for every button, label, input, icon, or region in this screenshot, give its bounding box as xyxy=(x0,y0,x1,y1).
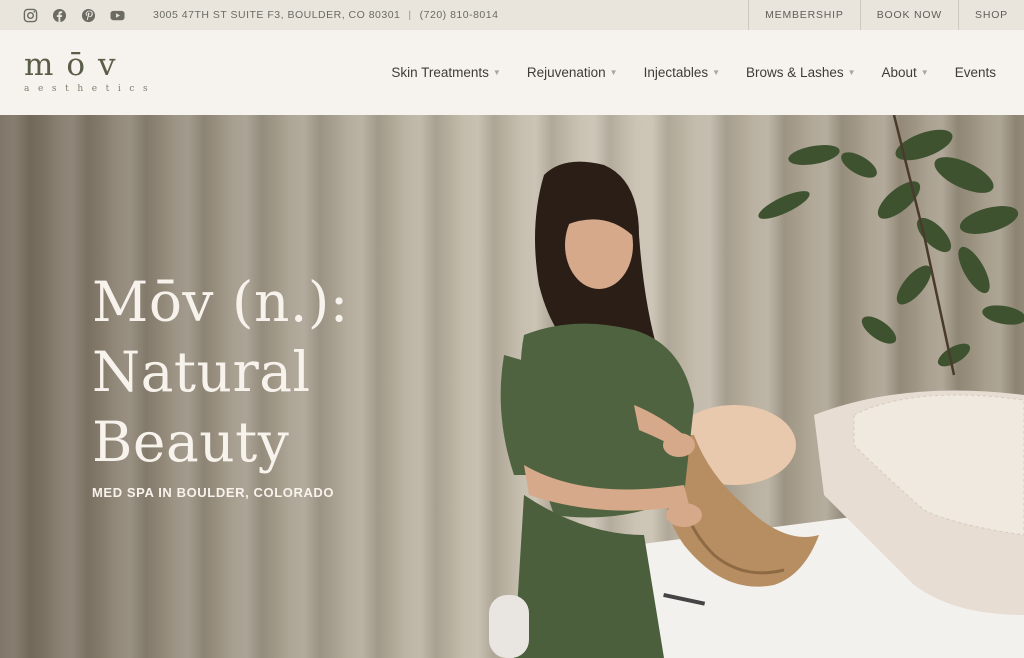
chevron-down-icon: ▼ xyxy=(847,68,856,77)
utility-links: MEMBERSHIP BOOK NOW SHOP xyxy=(748,0,1024,30)
hero-title-line: Beauty xyxy=(92,410,290,474)
nav-events[interactable]: Events xyxy=(955,65,996,80)
nav-label: Injectables xyxy=(643,65,709,80)
chevron-down-icon: ▼ xyxy=(712,68,721,77)
plant-leaves xyxy=(758,129,1024,367)
site-header: mōv aesthetics Skin Treatments ▼ Rejuven… xyxy=(0,30,1024,115)
address-text: 3005 47TH ST SUITE F3, BOULDER, CO 80301 xyxy=(153,9,401,21)
chevron-down-icon: ▼ xyxy=(609,68,618,77)
top-utility-bar: 3005 47TH ST SUITE F3, BOULDER, CO 80301… xyxy=(0,0,1024,30)
hero-text-block: Mōv (n.): Natural Beauty MED SPA IN BOUL… xyxy=(92,267,349,500)
nav-label: Rejuvenation xyxy=(526,65,606,80)
nav-label: Events xyxy=(954,65,996,80)
chevron-down-icon: ▼ xyxy=(920,68,929,77)
nav-brows-lashes[interactable]: Brows & Lashes ▼ xyxy=(746,65,855,80)
hero-section: Mōv (n.): Natural Beauty MED SPA IN BOUL… xyxy=(0,115,1024,658)
main-nav: Skin Treatments ▼ Rejuvenation ▼ Injecta… xyxy=(391,30,996,115)
shop-link[interactable]: SHOP xyxy=(958,0,1024,30)
phone-link[interactable]: (720) 810-8014 xyxy=(420,9,499,21)
hero-subtitle: MED SPA IN BOULDER, COLORADO xyxy=(92,485,335,500)
contact-separator: | xyxy=(408,9,412,21)
pinterest-icon[interactable] xyxy=(80,7,96,23)
chevron-down-icon: ▼ xyxy=(492,68,501,77)
hero-title-line: Natural xyxy=(92,340,311,404)
facebook-icon[interactable] xyxy=(51,7,67,23)
book-now-link[interactable]: BOOK NOW xyxy=(859,0,958,30)
nav-label: Skin Treatments xyxy=(391,65,489,80)
nav-skin-treatments[interactable]: Skin Treatments ▼ xyxy=(391,65,500,80)
site-logo[interactable]: mōv aesthetics xyxy=(24,48,164,94)
hero-title: Mōv (n.): Natural Beauty xyxy=(92,267,349,477)
youtube-icon[interactable] xyxy=(109,7,125,23)
logo-wordmark: mōv xyxy=(24,47,129,83)
nav-injectables[interactable]: Injectables ▼ xyxy=(644,65,720,80)
hero-title-line: Mōv (n.): xyxy=(92,270,349,334)
instagram-icon[interactable] xyxy=(22,7,38,23)
hero-photo-illustration xyxy=(489,115,1024,658)
logo-subtitle: aesthetics xyxy=(24,84,157,94)
contact-info: 3005 47TH ST SUITE F3, BOULDER, CO 80301… xyxy=(153,9,498,21)
nav-label: Brows & Lashes xyxy=(746,65,844,80)
nav-label: About xyxy=(881,65,917,80)
social-links xyxy=(0,7,125,23)
membership-link[interactable]: MEMBERSHIP xyxy=(748,0,860,30)
nav-about[interactable]: About ▼ xyxy=(882,65,929,80)
nav-rejuvenation[interactable]: Rejuvenation ▼ xyxy=(527,65,618,80)
